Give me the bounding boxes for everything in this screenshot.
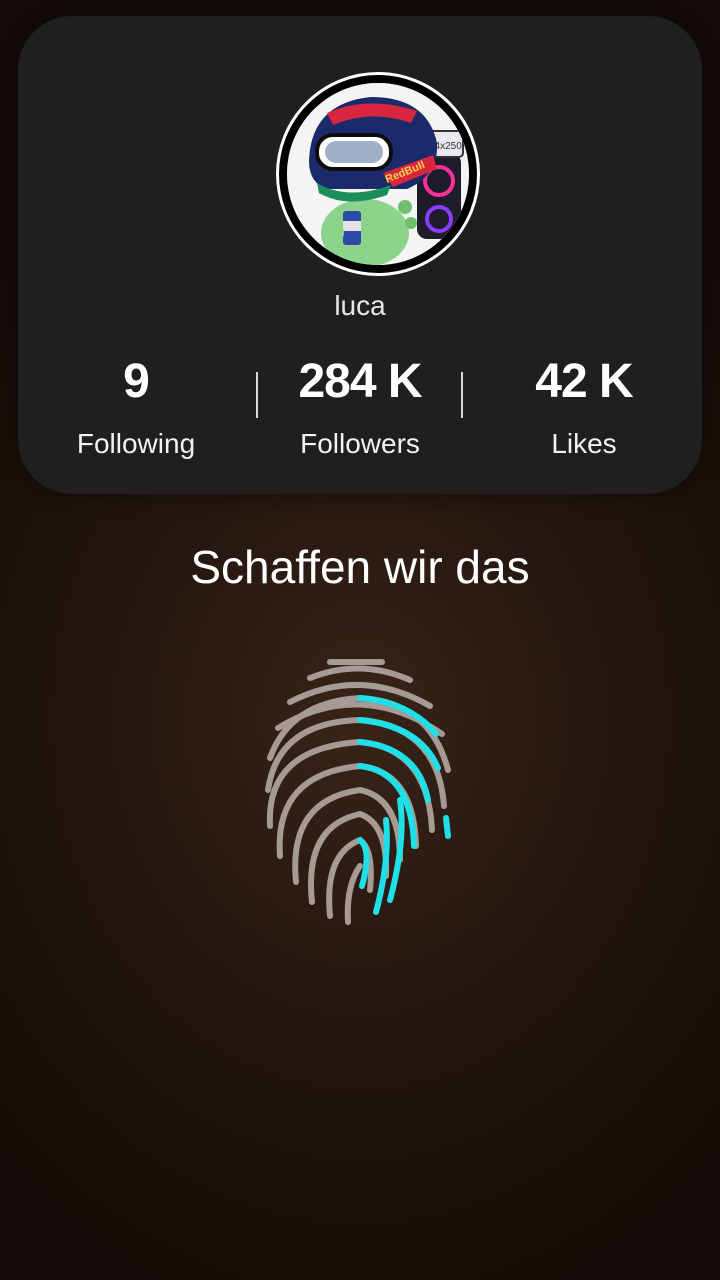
followers-count: 284 K: [298, 355, 422, 408]
avatar[interactable]: 24x250 RedBull: [276, 72, 480, 276]
fingerprint-icon[interactable]: [250, 650, 470, 930]
fingerprint-ridges: [265, 659, 451, 925]
stats-row: 9 Following 284 K Followers 42 K Likes: [18, 354, 702, 484]
fingerprint-svg: [265, 659, 451, 925]
stat-divider: [256, 372, 258, 418]
likes-count: 42 K: [535, 355, 633, 408]
username: luca: [334, 290, 386, 321]
following-label: Following: [76, 428, 196, 459]
stat-divider: [461, 372, 463, 418]
headline: Schaffen wir das: [190, 541, 530, 593]
stat-following[interactable]: 9 Following: [36, 354, 236, 460]
likes-label: Likes: [551, 428, 617, 459]
avatar-image: 24x250 RedBull: [287, 83, 469, 265]
avatar-dinosaur-helmet-icon: 24x250 RedBull: [287, 83, 469, 265]
profile-card: 24x250 RedBull luca 9 Following 284 K Fo…: [18, 16, 702, 494]
following-count: 9: [123, 355, 150, 408]
stat-followers[interactable]: 284 K Followers: [260, 354, 460, 460]
followers-label: Followers: [300, 428, 420, 459]
stat-likes[interactable]: 42 K Likes: [484, 354, 684, 460]
